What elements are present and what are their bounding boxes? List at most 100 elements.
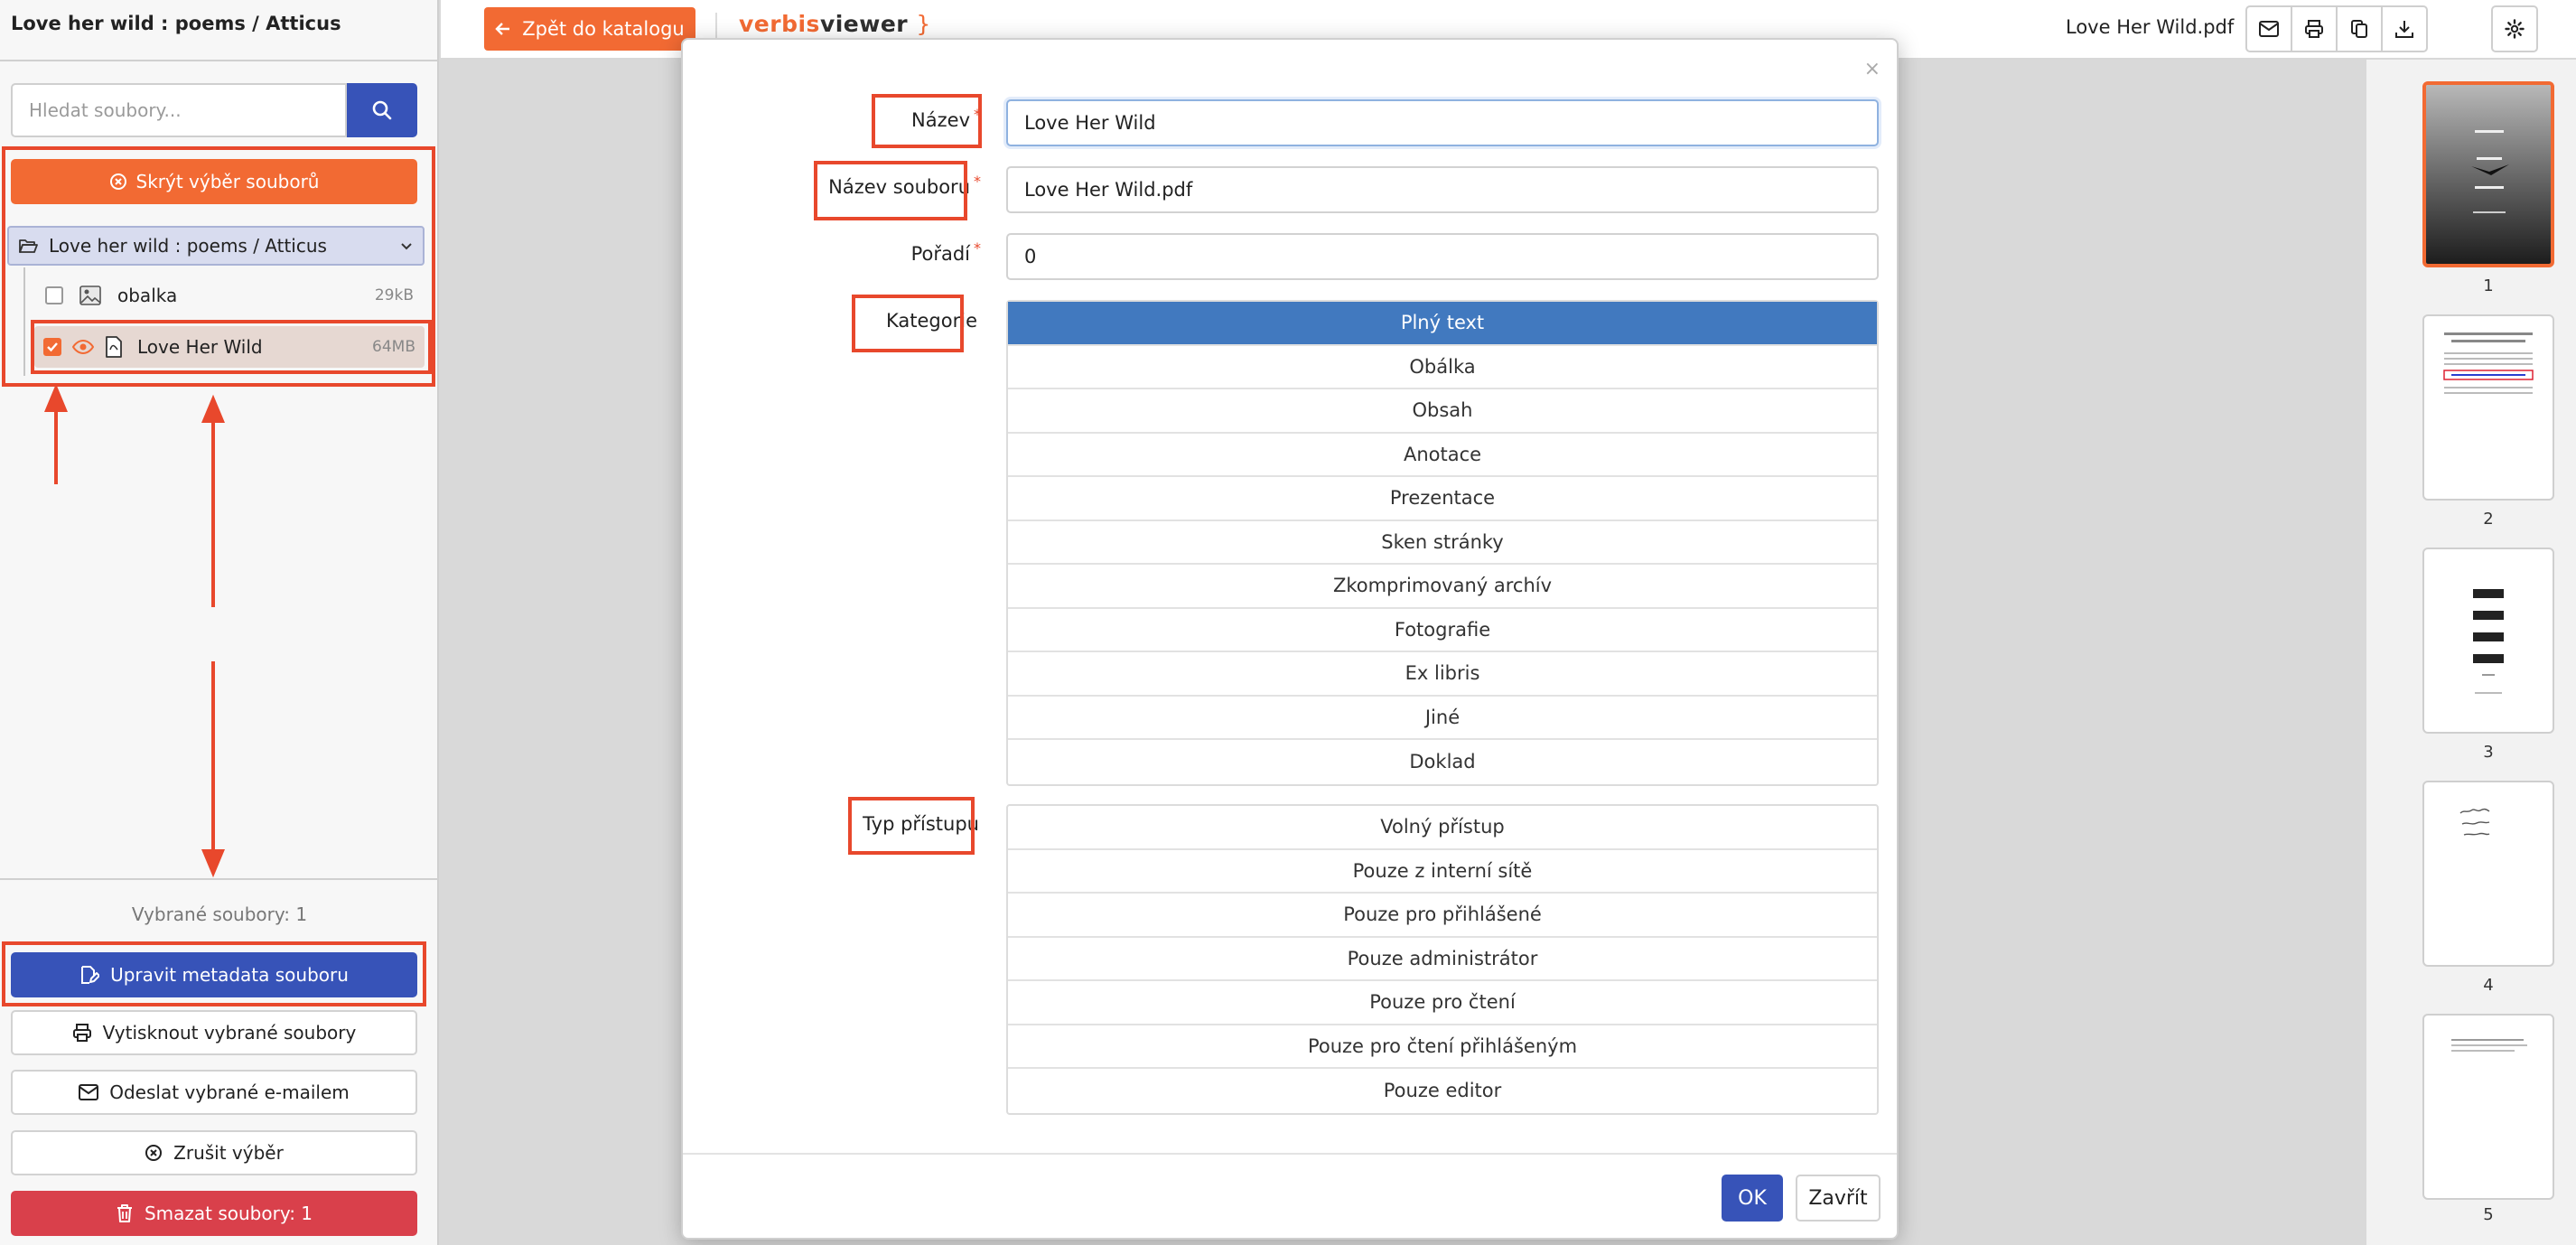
- print-selected-button[interactable]: Vytisknout vybrané soubory: [11, 1010, 417, 1055]
- copy-button[interactable]: [2336, 5, 2383, 52]
- search-files-input[interactable]: [11, 83, 347, 137]
- close-button[interactable]: Zavřít: [1796, 1175, 1881, 1222]
- search-button[interactable]: [347, 83, 417, 137]
- printer-icon: [2305, 20, 2323, 38]
- folder-row[interactable]: Love her wild : poems / Atticus: [7, 226, 425, 266]
- page-thumbnail-image: [2443, 332, 2534, 394]
- arrow-left-icon: [495, 23, 510, 35]
- access-type-option[interactable]: Pouze pro čtení: [1008, 981, 1877, 1025]
- filename-field[interactable]: [1006, 166, 1879, 213]
- tree-line: [23, 267, 25, 376]
- download-button[interactable]: [2381, 5, 2428, 52]
- access-type-label: Typ přístupu: [863, 813, 979, 835]
- edit-metadata-dialog: × Název* Název souboru* Pořadí* Kategori…: [681, 38, 1899, 1240]
- thumbnail-number: 5: [2483, 1205, 2494, 1224]
- folder-open-icon: [19, 239, 38, 253]
- edit-metadata-button[interactable]: Upravit metadata souboru: [11, 952, 417, 997]
- category-option[interactable]: Ex libris: [1008, 652, 1877, 697]
- page-thumbnail-image: [2473, 589, 2504, 694]
- download-icon: [2395, 21, 2413, 38]
- category-option[interactable]: Anotace: [1008, 434, 1877, 477]
- access-type-list: Volný přístup Pouze z interní sítě Pouze p…: [1006, 804, 1879, 1115]
- edit-metadata-label: Upravit metadata souboru: [110, 964, 349, 986]
- category-option[interactable]: Fotografie: [1008, 609, 1877, 652]
- file-size: 64MB: [372, 338, 415, 356]
- pdf-file-icon: [106, 336, 122, 358]
- page-thumbnails: 1 2 3 4 5: [2366, 60, 2576, 1245]
- file-checkbox-checked[interactable]: [43, 338, 61, 356]
- category-option[interactable]: Obálka: [1008, 346, 1877, 389]
- file-checkbox[interactable]: [45, 286, 63, 304]
- cancel-selection-label: Zrušit výběr: [173, 1142, 284, 1164]
- file-row-love-her-wild[interactable]: Love Her Wild 64MB: [34, 326, 425, 368]
- ok-button[interactable]: OK: [1722, 1175, 1783, 1222]
- checkmark-icon: [47, 342, 58, 352]
- document-title: Love Her Wild.pdf: [2066, 16, 2235, 38]
- thumbnail-number: 3: [2483, 743, 2494, 762]
- print-button[interactable]: [2291, 5, 2338, 52]
- hide-selection-label: Skrýt výběr souborů: [135, 171, 320, 192]
- access-type-option[interactable]: Pouze administrátor: [1008, 938, 1877, 981]
- category-option[interactable]: Zkomprimovaný archív: [1008, 565, 1877, 609]
- file-row-obalka[interactable]: obalka 29kB: [36, 275, 423, 316]
- thumbnail-number: 4: [2483, 976, 2494, 995]
- thumbnail-page-1[interactable]: [2422, 81, 2554, 267]
- category-option[interactable]: Doklad: [1008, 740, 1877, 784]
- search-icon: [372, 100, 392, 120]
- sidebar-divider: [0, 60, 439, 61]
- eye-icon[interactable]: [72, 339, 94, 355]
- gear-icon: [2505, 19, 2525, 39]
- dialog-close-icon[interactable]: ×: [1864, 58, 1881, 80]
- thumbnail-page-2[interactable]: [2422, 314, 2554, 501]
- close-circle-icon: [109, 173, 126, 190]
- selected-count: Vybrané soubory: 1: [131, 903, 308, 925]
- sidebar-divider: [0, 878, 439, 880]
- image-file-icon: [79, 286, 101, 305]
- category-list: Plný text Obálka Obsah Anotace Prezentace Ske…: [1006, 300, 1879, 786]
- dialog-footer-divider: [683, 1153, 1897, 1155]
- access-type-option[interactable]: Volný přístup: [1008, 806, 1877, 850]
- category-option[interactable]: Obsah: [1008, 389, 1877, 434]
- delete-files-label: Smazat soubory: 1: [144, 1203, 313, 1224]
- thumbnail-page-5[interactable]: [2422, 1014, 2554, 1200]
- name-field[interactable]: [1006, 99, 1879, 146]
- category-option[interactable]: Jiné: [1008, 697, 1877, 740]
- trash-icon: [117, 1204, 132, 1222]
- category-option[interactable]: Prezentace: [1008, 477, 1877, 521]
- thumbnail-page-4[interactable]: [2422, 781, 2554, 967]
- back-to-catalog-button[interactable]: Zpět do katalogu: [484, 7, 695, 51]
- hide-file-selection-button[interactable]: Skrýt výběr souborů: [11, 159, 417, 204]
- file-name: obalka: [117, 285, 178, 306]
- access-type-option[interactable]: Pouze editor: [1008, 1069, 1877, 1113]
- printer-icon: [72, 1024, 91, 1042]
- order-field[interactable]: [1006, 233, 1879, 280]
- access-type-option[interactable]: Pouze pro čtení přihlášeným: [1008, 1025, 1877, 1069]
- envelope-icon: [2259, 21, 2279, 37]
- verbis-viewer-logo: verbisviewer }: [739, 11, 931, 37]
- access-type-option[interactable]: Pouze pro přihlášené: [1008, 894, 1877, 938]
- print-selected-label: Vytisknout vybrané soubory: [102, 1022, 357, 1044]
- settings-button[interactable]: [2491, 5, 2538, 52]
- folder-label: Love her wild : poems / Atticus: [49, 235, 327, 257]
- category-label: Kategorie: [886, 310, 977, 332]
- file-name: Love Her Wild: [137, 336, 263, 358]
- order-label: Pořadí *: [910, 239, 981, 265]
- file-sidebar: Love her wild : poems / Atticus Skrýt vý…: [0, 0, 439, 1245]
- file-size: 29kB: [374, 286, 414, 304]
- edit-file-icon: [81, 966, 100, 984]
- email-selected-label: Odeslat vybrané e-mailem: [109, 1081, 350, 1103]
- thumbnail-number: 1: [2483, 276, 2494, 295]
- back-to-catalog-label: Zpět do katalogu: [522, 18, 685, 40]
- copy-icon: [2351, 20, 2367, 38]
- cover-thumbnail-image: [2426, 85, 2551, 264]
- category-option[interactable]: Plný text: [1008, 302, 1877, 346]
- cancel-selection-button[interactable]: Zrušit výběr: [11, 1130, 417, 1175]
- email-button[interactable]: [2245, 5, 2292, 52]
- category-option[interactable]: Sken stránky: [1008, 521, 1877, 565]
- thumbnail-page-3[interactable]: [2422, 548, 2554, 734]
- access-type-option[interactable]: Pouze z interní sítě: [1008, 850, 1877, 894]
- name-label: Název *: [911, 106, 981, 131]
- close-circle-icon: [145, 1145, 163, 1161]
- delete-files-button[interactable]: Smazat soubory: 1: [11, 1191, 417, 1236]
- email-selected-button[interactable]: Odeslat vybrané e-mailem: [11, 1070, 417, 1115]
